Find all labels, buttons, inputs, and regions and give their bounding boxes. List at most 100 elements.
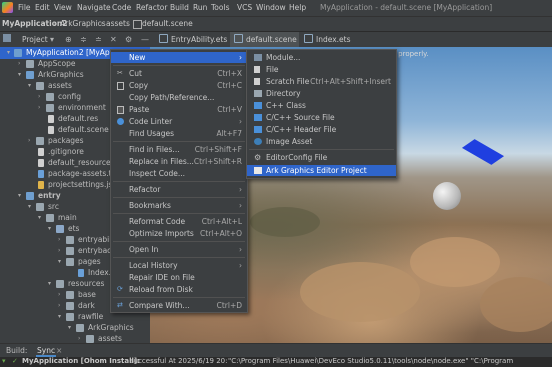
menu-vcs[interactable]: VCS	[237, 3, 252, 12]
menu-item-shortcut: Ctrl+C	[217, 81, 242, 90]
expand-arrow-icon[interactable]: ▾	[2, 357, 6, 365]
image-asset-icon	[254, 138, 262, 145]
menu-item-find-in-files[interactable]: Find in Files... Ctrl+Shift+F	[111, 144, 247, 155]
menu-item-local-history[interactable]: Local History ›	[111, 260, 247, 271]
menu-item-label: Code Linter	[129, 117, 173, 126]
chevron-down-icon[interactable]: ▾	[50, 35, 54, 44]
folder-icon	[46, 104, 54, 112]
menu-item-new[interactable]: New ›	[111, 52, 247, 63]
folder-icon	[66, 247, 74, 255]
menu-item-label: Bookmarks	[129, 201, 171, 210]
expand-all-icon[interactable]: ≑	[80, 35, 87, 44]
folder-icon	[76, 324, 84, 332]
menu-refactor[interactable]: Refactor	[136, 3, 167, 12]
sync-tab[interactable]: Sync	[36, 346, 57, 357]
menu-item-label: Copy	[129, 81, 149, 90]
breadcrumb: MyApplication2 › ArkGraphics › assets › …	[0, 16, 552, 31]
tab-index[interactable]: Index.ets	[300, 32, 358, 47]
menu-item-inspect-code[interactable]: Inspect Code...	[111, 168, 247, 179]
menu-item-replace-in-files[interactable]: Replace in Files... Ctrl+Shift+R	[111, 156, 247, 167]
file-icon	[38, 159, 44, 167]
menu-file[interactable]: File	[18, 3, 31, 12]
menu-item-repair-ide[interactable]: Repair IDE on File	[111, 272, 247, 283]
submenu-item-file[interactable]: File	[247, 64, 396, 75]
chevron-right-icon: ›	[239, 201, 242, 210]
menu-code[interactable]: Code	[112, 3, 131, 12]
scene-sphere-object[interactable]	[433, 182, 461, 210]
terrain-rock	[300, 262, 420, 322]
menu-separator	[113, 297, 245, 298]
breadcrumb-file[interactable]: default.scene	[142, 19, 193, 28]
clipboard-icon	[117, 106, 124, 114]
menu-run[interactable]: Run	[193, 3, 207, 12]
menu-item-paste[interactable]: Paste Ctrl+V	[111, 104, 247, 115]
breadcrumb-module[interactable]: ArkGraphics	[60, 19, 106, 28]
submenu-item-c-source-file[interactable]: C/C++ Source File	[247, 112, 396, 123]
menu-item-label: Ark Graphics Editor Project	[266, 166, 367, 175]
locate-icon[interactable]: ⊕	[65, 35, 72, 44]
close-icon[interactable]: ✕	[110, 35, 117, 44]
gear-icon[interactable]: ⚙	[125, 35, 132, 44]
menu-edit[interactable]: Edit	[35, 3, 50, 12]
project-view-selector[interactable]: Project	[22, 35, 48, 44]
menu-item-label: Image Asset	[266, 137, 313, 146]
submenu-item-module[interactable]: Module...	[247, 52, 396, 63]
submenu-item-c-header-file[interactable]: C/C++ Header File	[247, 124, 396, 135]
tab-entryability[interactable]: EntryAbility.ets	[155, 32, 227, 47]
breadcrumb-separator: ›	[100, 19, 103, 28]
menu-item-label: Local History	[129, 261, 178, 270]
menu-item-compare-with[interactable]: ⇄ Compare With... Ctrl+D	[111, 300, 247, 311]
menu-separator	[249, 149, 394, 150]
menu-item-shortcut: Ctrl+Shift+F	[194, 145, 242, 154]
hide-icon[interactable]: —	[141, 35, 149, 44]
submenu-item-cpp-class[interactable]: C++ Class	[247, 100, 396, 111]
menu-item-find-usages[interactable]: Find Usages Alt+F7	[111, 128, 247, 139]
terrain-rock	[480, 277, 552, 332]
menu-help[interactable]: Help	[289, 3, 306, 12]
menu-separator	[113, 181, 245, 182]
file-icon	[133, 20, 142, 29]
menu-view[interactable]: View	[54, 3, 72, 12]
scene-plane-object[interactable]	[461, 139, 505, 165]
submenu-item-image-asset[interactable]: Image Asset	[247, 136, 396, 147]
breadcrumb-project[interactable]: MyApplication2	[2, 19, 67, 28]
collapse-all-icon[interactable]: ≐	[95, 35, 102, 44]
menu-separator	[113, 65, 245, 66]
file-icon	[48, 115, 54, 123]
menu-item-optimize-imports[interactable]: Optimize Imports Ctrl+Alt+O	[111, 228, 247, 239]
submenu-item-ark-graphics-project[interactable]: Ark Graphics Editor Project	[247, 165, 396, 176]
ets-file-icon	[78, 269, 84, 277]
menu-separator	[113, 213, 245, 214]
terrain-shrub	[250, 207, 320, 237]
menu-window[interactable]: Window	[256, 3, 286, 12]
submenu-item-directory[interactable]: Directory	[247, 88, 396, 99]
menu-build[interactable]: Build	[170, 3, 189, 12]
menu-item-label: New	[129, 53, 146, 62]
project-view-icon	[3, 34, 11, 42]
tree-item[interactable]: › assets	[0, 333, 150, 343]
menu-item-cut[interactable]: ✂ Cut Ctrl+X	[111, 68, 247, 79]
menu-item-bookmarks[interactable]: Bookmarks ›	[111, 200, 247, 211]
menu-item-refactor[interactable]: Refactor ›	[111, 184, 247, 195]
menu-tools[interactable]: Tools	[211, 3, 229, 12]
c-header-icon	[254, 126, 262, 133]
menu-item-reformat-code[interactable]: Reformat Code Ctrl+Alt+L	[111, 216, 247, 227]
tree-item-label: assets	[98, 334, 122, 343]
menu-item-label: Inspect Code...	[129, 169, 186, 178]
close-icon[interactable]: ×	[56, 346, 62, 355]
menu-item-label: EditorConfig File	[266, 153, 328, 162]
submenu-item-scratch-file[interactable]: Scratch File Ctrl+Alt+Shift+Insert	[247, 76, 396, 87]
menu-item-code-linter[interactable]: Code Linter ›	[111, 116, 247, 127]
menu-item-open-in[interactable]: Open In ›	[111, 244, 247, 255]
build-task-name: MyApplication [Ohom Install]:	[22, 357, 140, 365]
submenu-item-editorconfig[interactable]: ⚙ EditorConfig File	[247, 152, 396, 163]
ark-graphics-icon	[254, 167, 262, 174]
menu-navigate[interactable]: Navigate	[77, 3, 111, 12]
menu-item-label: Copy Path/Reference...	[129, 93, 215, 102]
menu-item-reload-from-disk[interactable]: ⟳ Reload from Disk	[111, 284, 247, 295]
menu-item-copy-path[interactable]: Copy Path/Reference...	[111, 92, 247, 103]
menu-item-label: Optimize Imports	[129, 229, 194, 238]
chevron-right-icon: ›	[239, 185, 242, 194]
menu-item-copy[interactable]: Copy Ctrl+C	[111, 80, 247, 91]
file-icon	[38, 148, 44, 156]
